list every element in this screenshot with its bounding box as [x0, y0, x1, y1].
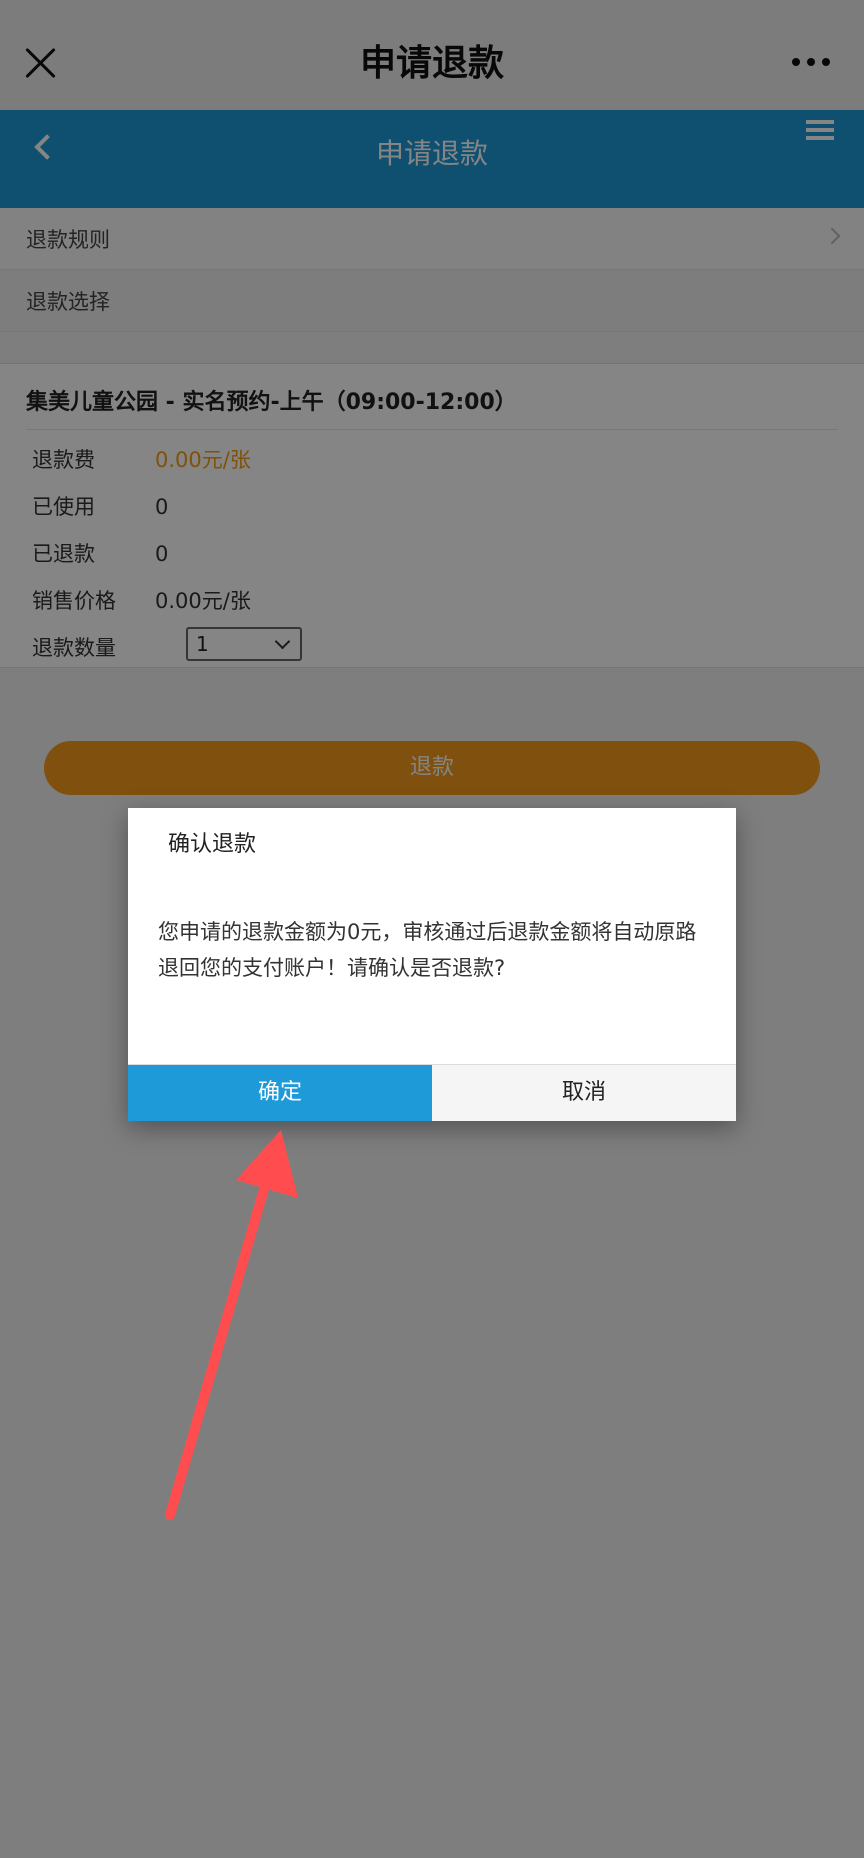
dialog-message: 您申请的退款金额为0元，审核通过后退款金额将自动原路退回您的支付账户！请确认是否…: [158, 920, 697, 980]
dialog-title: 确认退款: [168, 832, 257, 857]
confirm-refund-dialog: 确认退款 您申请的退款金额为0元，审核通过后退款金额将自动原路退回您的支付账户！…: [128, 808, 736, 1121]
dialog-actions: 确定 取消: [128, 1064, 736, 1121]
confirm-button[interactable]: 确定: [128, 1065, 432, 1121]
cancel-button[interactable]: 取消: [432, 1065, 736, 1121]
